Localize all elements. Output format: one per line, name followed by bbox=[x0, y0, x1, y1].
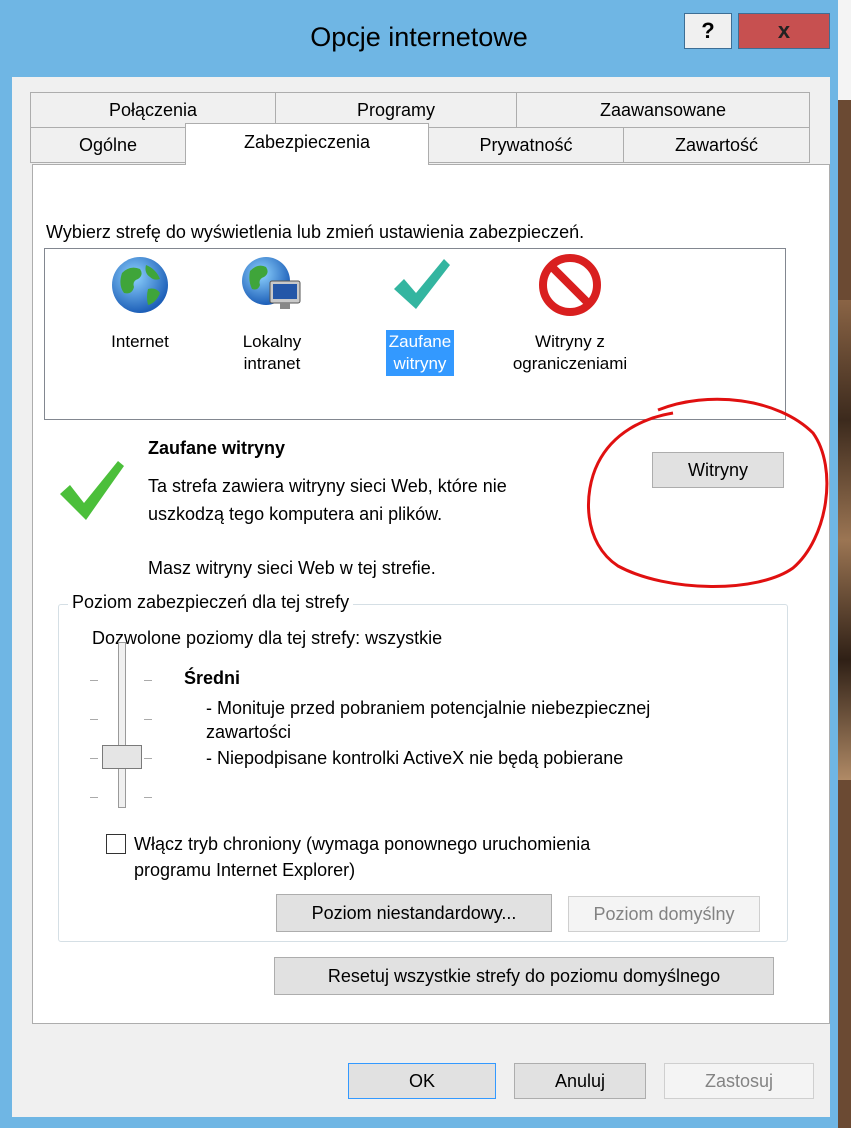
security-level-desc-1: - Monituje przed pobraniem potencjalnie … bbox=[206, 698, 651, 718]
protected-mode-label-2: programu Internet Explorer) bbox=[134, 860, 356, 880]
default-level-button[interactable]: Poziom domyślny bbox=[568, 896, 760, 932]
ok-button[interactable]: OK bbox=[348, 1063, 496, 1099]
help-button[interactable]: ? bbox=[684, 13, 732, 49]
slider-tick bbox=[144, 719, 152, 720]
selected-zone-note: Masz witryny sieci Web w tej strefie. bbox=[148, 558, 436, 578]
security-level-desc-3: - Niepodpisane kontrolki ActiveX nie będ… bbox=[206, 748, 624, 768]
zone-trusted-sites[interactable]: Zaufane witryny bbox=[355, 253, 485, 376]
custom-level-button[interactable]: Poziom niestandardowy... bbox=[276, 894, 552, 932]
slider-tick bbox=[90, 680, 98, 681]
protected-mode-label-1: Włącz tryb chroniony (wymaga ponownego u… bbox=[134, 834, 591, 854]
protected-mode-checkbox[interactable] bbox=[106, 834, 126, 854]
zone-internet-label: Internet bbox=[111, 332, 169, 351]
slider-tick bbox=[90, 797, 98, 798]
allowed-levels-text: Dozwolone poziomy dla tej strefy: wszyst… bbox=[92, 628, 443, 648]
zone-instruction: Wybierz strefę do wyświetlenia lub zmień… bbox=[46, 222, 585, 242]
slider-tick bbox=[90, 719, 98, 720]
slider-tick bbox=[144, 680, 152, 681]
background-image bbox=[838, 300, 851, 780]
zone-trusted-label: Zaufane bbox=[388, 332, 452, 351]
cancel-button[interactable]: Anuluj bbox=[514, 1063, 646, 1099]
zone-internet[interactable]: Internet bbox=[75, 253, 205, 354]
slider-track bbox=[118, 642, 126, 808]
red-annotation-circle bbox=[587, 397, 829, 588]
tab-zabezpieczenia[interactable]: Zabezpieczenia bbox=[185, 123, 429, 165]
slider-tick bbox=[90, 758, 98, 759]
zone-intranet-label-2: intranet bbox=[243, 354, 301, 373]
intranet-icon bbox=[242, 257, 301, 309]
slider-tick bbox=[144, 797, 152, 798]
zone-trusted-label-2: witryny bbox=[393, 354, 447, 373]
zone-intranet-label: Lokalny bbox=[242, 332, 302, 351]
security-level-desc-2: zawartości bbox=[206, 722, 292, 742]
checkmark-icon bbox=[394, 259, 450, 309]
selected-zone-title: Zaufane witryny bbox=[148, 438, 286, 458]
apply-button[interactable]: Zastosuj bbox=[664, 1063, 814, 1099]
slider-tick bbox=[144, 758, 152, 759]
zone-restricted-sites[interactable]: Witryny z ograniczeniami bbox=[505, 253, 635, 376]
tab-zawartosc[interactable]: Zawartość bbox=[623, 127, 810, 163]
globe-icon bbox=[112, 257, 168, 313]
selected-zone-desc-1: Ta strefa zawiera witryny sieci Web, któ… bbox=[148, 476, 507, 496]
background-window bbox=[838, 0, 851, 1128]
security-level-name: Średni bbox=[184, 668, 241, 688]
tab-ogolne[interactable]: Ogólne bbox=[30, 127, 186, 163]
close-button[interactable]: x bbox=[738, 13, 830, 49]
background-white bbox=[838, 0, 851, 100]
tab-prywatnosc[interactable]: Prywatność bbox=[428, 127, 624, 163]
zone-restricted-label: Witryny z bbox=[535, 332, 605, 351]
restricted-icon bbox=[539, 254, 601, 316]
internet-options-dialog: Opcje internetowe ? x Połączenia Program… bbox=[0, 0, 838, 1128]
title-bar[interactable]: Opcje internetowe ? x bbox=[0, 0, 838, 78]
security-level-group-label: Poziom zabezpieczeń dla tej strefy bbox=[68, 592, 354, 613]
tab-zaawansowane[interactable]: Zaawansowane bbox=[516, 92, 810, 128]
slider-thumb[interactable] bbox=[102, 745, 142, 769]
zone-local-intranet[interactable]: Lokalny intranet bbox=[207, 253, 337, 376]
reset-all-zones-button[interactable]: Resetuj wszystkie strefy do poziomu domy… bbox=[274, 957, 774, 995]
zone-restricted-label-2: ograniczeniami bbox=[512, 354, 628, 373]
security-level-group bbox=[58, 604, 788, 942]
selected-zone-checkmark-icon bbox=[60, 461, 124, 520]
selected-zone-desc-2: uszkodzą tego komputera ani plików. bbox=[148, 504, 443, 524]
